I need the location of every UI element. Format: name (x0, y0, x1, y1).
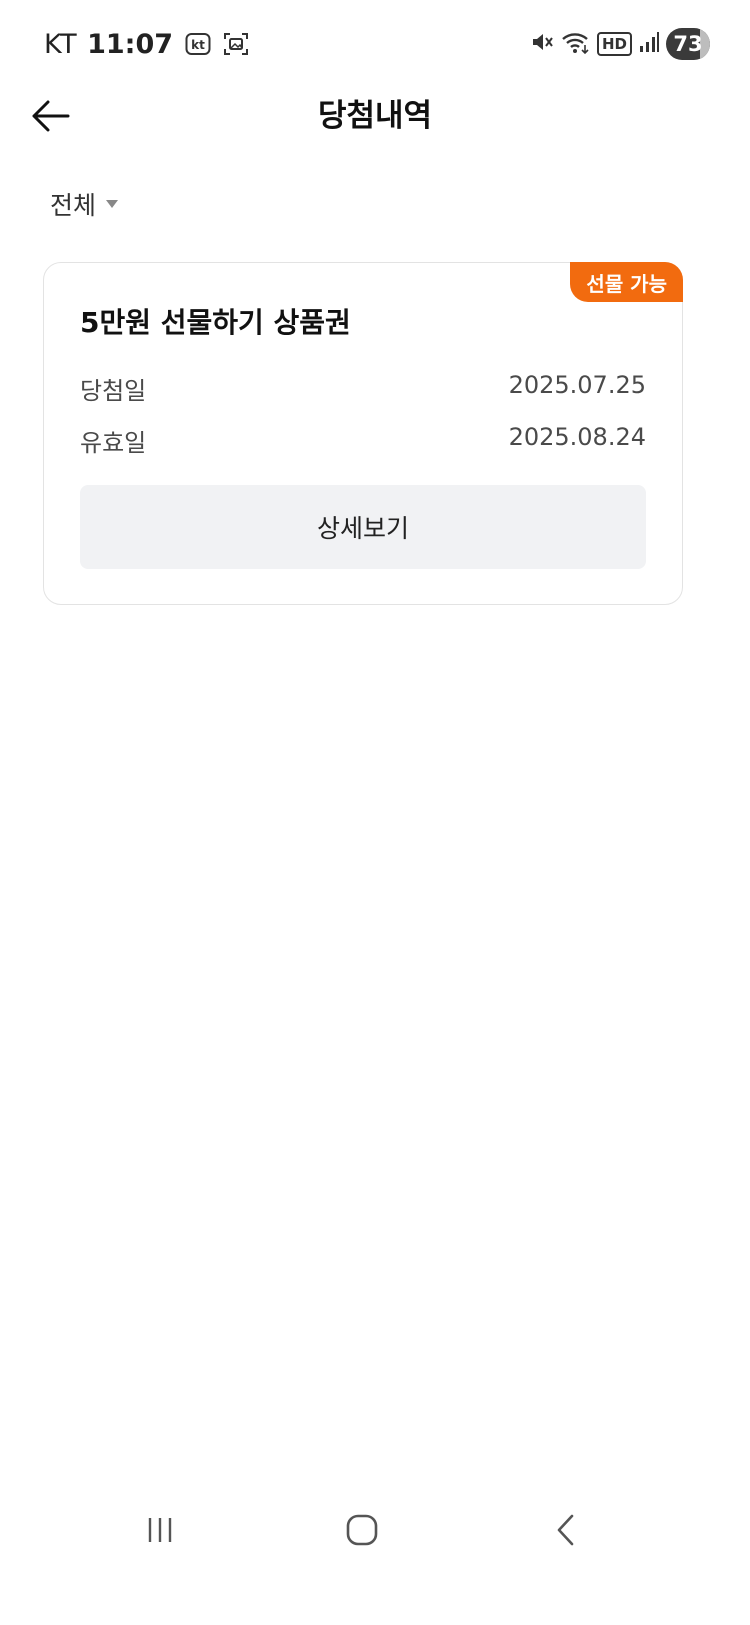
mute-icon (529, 29, 555, 59)
view-details-button[interactable]: 상세보기 (80, 485, 646, 569)
wifi-icon (561, 29, 591, 59)
filter-selected-label: 전체 (50, 191, 97, 220)
hd-voice-icon: HD (596, 32, 632, 56)
screenshot-icon (223, 31, 249, 57)
status-right: HD 73 (529, 24, 710, 64)
svg-text:kt: kt (191, 38, 205, 52)
win-date-row: 당첨일 2025.07.25 (80, 371, 646, 406)
recent-apps-icon (148, 1518, 172, 1542)
page-title: 당첨내역 (317, 98, 433, 134)
chevron-left-icon (557, 1514, 574, 1546)
expiry-date-value: 2025.08.24 (508, 423, 646, 451)
hd-label: HD (596, 32, 632, 56)
recent-apps-button[interactable] (130, 1504, 190, 1556)
signal-icon (638, 30, 660, 58)
battery-level: 73 (673, 32, 703, 56)
home-icon (346, 1514, 378, 1546)
battery-icon: 73 (666, 28, 710, 60)
system-back-button[interactable] (536, 1504, 596, 1556)
giftable-badge: 선물 가능 (570, 262, 683, 302)
status-left: KT 11:07 kt (44, 24, 249, 64)
carrier-label: KT (44, 28, 78, 60)
prize-card: 선물 가능 5만원 선물하기 상품권 당첨일 2025.07.25 유효일 20… (43, 262, 683, 605)
expiry-date-label: 유효일 (80, 429, 147, 457)
caret-down-icon (106, 200, 119, 208)
win-date-label: 당첨일 (80, 377, 147, 405)
expiry-date-row: 유효일 2025.08.24 (80, 423, 646, 458)
system-nav-bar (0, 1490, 750, 1570)
home-button[interactable] (332, 1504, 392, 1556)
kt-app-icon: kt (185, 32, 211, 56)
win-date-value: 2025.07.25 (508, 371, 646, 399)
clock: 11:07 (87, 28, 174, 60)
status-bar: KT 11:07 kt HD 73 (0, 0, 750, 86)
filter-dropdown[interactable]: 전체 (50, 186, 119, 222)
prize-title: 5만원 선물하기 상품권 (80, 306, 351, 339)
app-header: 당첨내역 (0, 86, 750, 146)
